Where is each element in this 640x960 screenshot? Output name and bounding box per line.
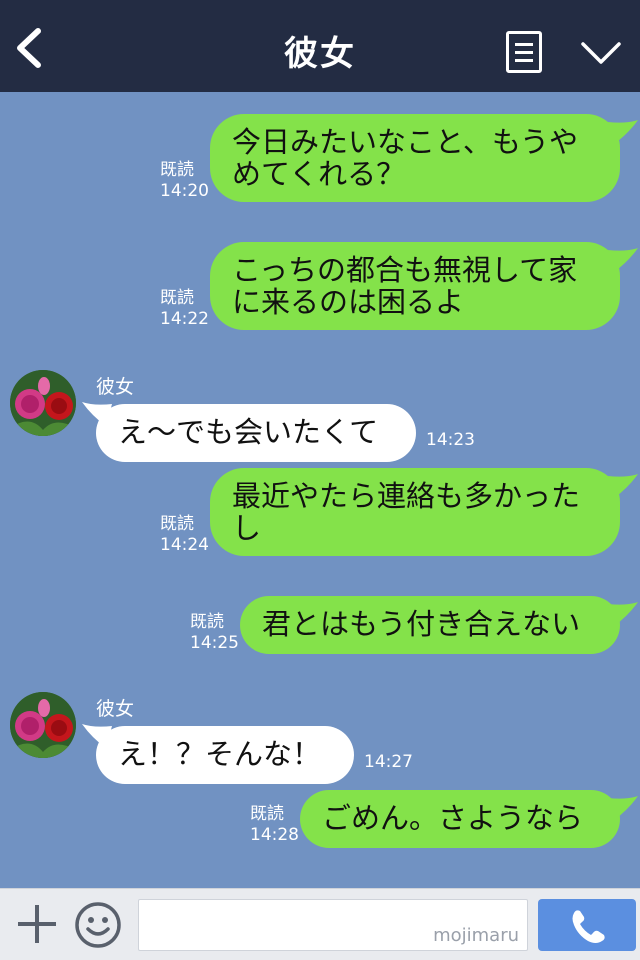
sender-name: 彼女: [96, 698, 135, 720]
message-bubble-sent[interactable]: 最近やたら連絡も多かった し: [210, 468, 620, 556]
read-status: 既読 14:28: [250, 804, 299, 845]
message-bubble-sent[interactable]: ごめん。さようなら: [300, 790, 620, 848]
chat-title: 彼女: [284, 34, 356, 74]
message-time: 14:27: [364, 752, 413, 772]
message-bubble-received[interactable]: え！？そんな！: [96, 726, 354, 784]
avatar[interactable]: [10, 692, 76, 758]
message-input[interactable]: mojimaru: [138, 899, 528, 951]
read-status: 既読 14:24: [160, 514, 209, 555]
call-button[interactable]: [538, 899, 636, 951]
message-bubble-sent[interactable]: こっちの都合も無視して家 に来るのは困るよ: [210, 242, 620, 330]
smile-icon[interactable]: [74, 901, 122, 949]
read-status: 既読 14:22: [160, 288, 209, 329]
bubble-tail: [608, 120, 638, 144]
bubble-tail: [608, 602, 638, 626]
plus-icon[interactable]: [16, 903, 58, 945]
rose-avatar-icon: [10, 692, 76, 758]
message-bubble-sent[interactable]: 今日みたいなこと、もうや めてくれる？: [210, 114, 620, 202]
watermark: mojimaru: [433, 925, 519, 946]
notes-icon[interactable]: [506, 31, 542, 73]
sender-name: 彼女: [96, 376, 135, 398]
phone-icon: [572, 910, 605, 943]
message-list: 既読 14:20 今日みたいなこと、もうや めてくれる？ 既読 14:22 こっ…: [0, 92, 640, 888]
chat-header: 彼女: [0, 0, 640, 92]
read-status: 既読 14:25: [190, 612, 239, 653]
message-bubble-received[interactable]: え〜でも会いたくて: [96, 404, 416, 462]
input-bar: mojimaru: [0, 888, 640, 960]
rose-avatar-icon: [10, 370, 76, 436]
bubble-tail: [608, 796, 638, 820]
chevron-down-icon[interactable]: [580, 40, 622, 66]
avatar[interactable]: [10, 370, 76, 436]
read-status: 既読 14:20: [160, 160, 209, 201]
message-bubble-sent[interactable]: 君とはもう付き合えない: [240, 596, 620, 654]
message-time: 14:23: [426, 430, 475, 450]
bubble-tail: [608, 248, 638, 272]
bubble-tail: [608, 474, 638, 498]
